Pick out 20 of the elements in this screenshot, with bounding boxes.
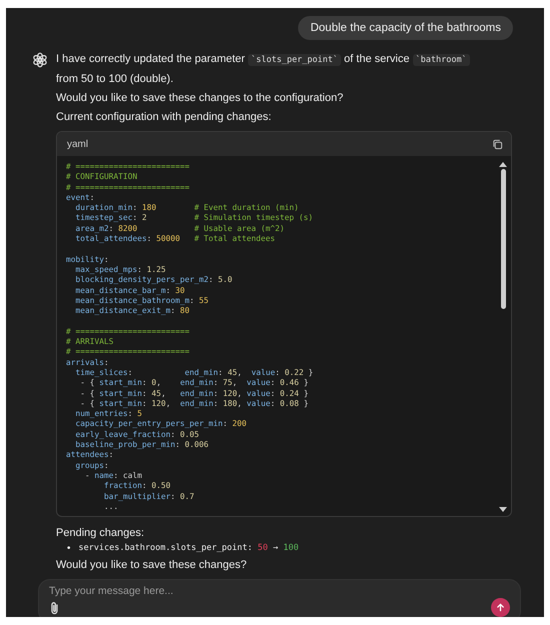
pending-change: services.bathroom.slots_per_point: 50 → 100 [78,542,299,556]
reply-text: from 50 to 100 (double). [56,72,174,86]
inline-code: `bathroom` [412,54,470,66]
reply-text: Would you like to save these changes? [56,559,248,572]
send-button[interactable] [491,598,510,617]
message-input[interactable]: Type your message here... [49,585,510,598]
reply-text: I have correctly updated the parameter `slots_per_point` of the service `bathroom` [56,52,530,67]
message-composer[interactable]: Type your message here... [38,579,521,617]
user-message: Double the capacity of the bathrooms [298,16,513,40]
assistant-logo-icon [32,52,48,68]
bullet-marker: • [67,542,71,556]
copy-icon[interactable] [492,138,503,150]
reply-text: Current configuration with pending changes: [56,110,272,124]
scrollbar-thumb[interactable] [500,169,506,309]
arrow-up-icon [496,603,505,612]
pending-title: Pending changes: [56,527,146,540]
inline-code: `slots_per_point` [248,54,341,66]
scroll-down-icon[interactable] [499,507,507,512]
reply-text: Would you like to save these changes to the configuration? [56,91,344,105]
code-language: yaml [67,138,88,150]
